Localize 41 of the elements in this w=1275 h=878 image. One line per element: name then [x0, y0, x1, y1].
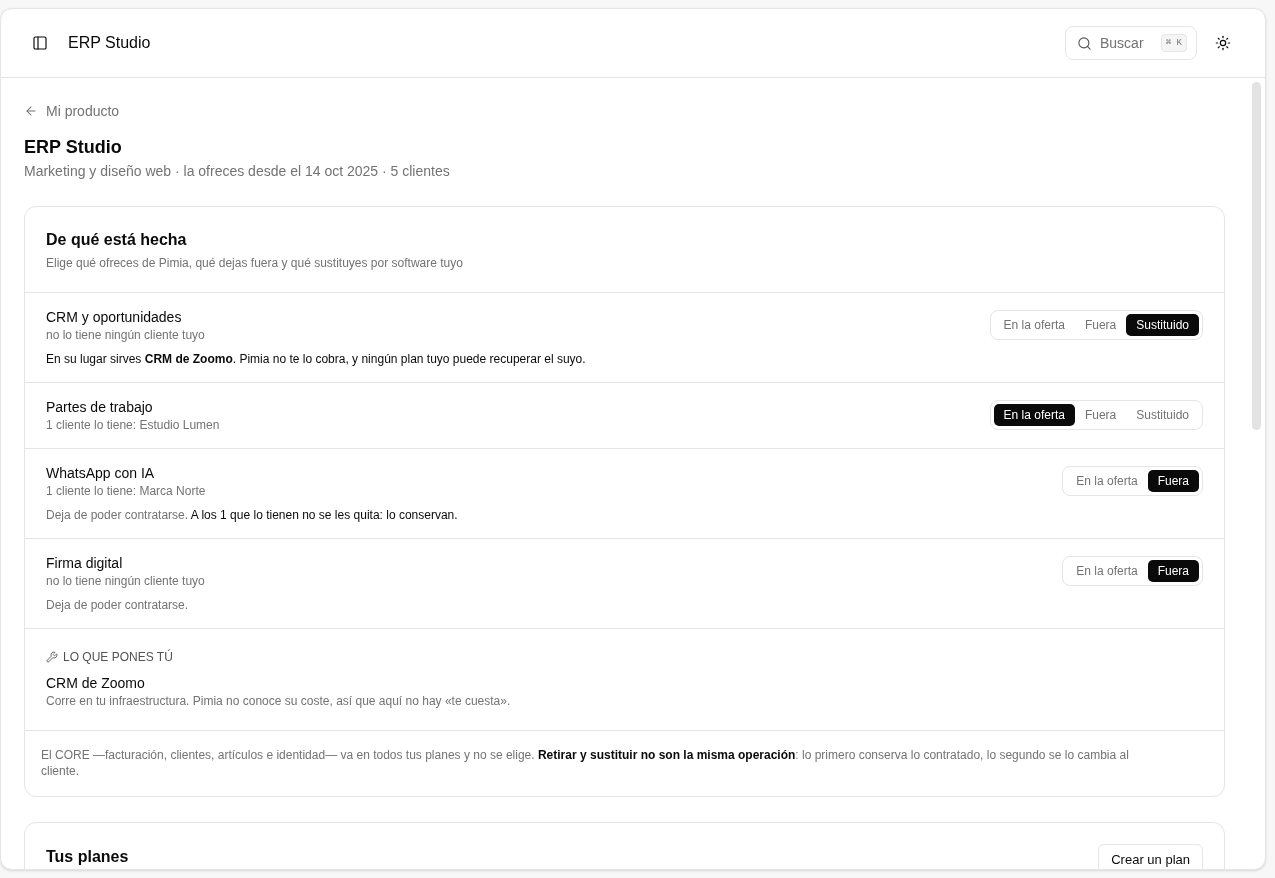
segment-option[interactable]: En la oferta [993, 404, 1075, 426]
app-title: ERP Studio [68, 33, 151, 53]
search-label: Buscar [1100, 33, 1144, 53]
page-subtitle: Marketing y diseño web · la ofreces desde el 14 oct 2025 · 5 clientes [24, 162, 451, 181]
theme-toggle-icon[interactable] [1215, 35, 1231, 51]
module-clients: 1 cliente lo tiene: Estudio Lumen [46, 417, 220, 433]
page-title: ERP Studio [24, 136, 123, 159]
search-icon [1077, 35, 1092, 51]
software-name: CRM de Zoomo [46, 674, 146, 693]
search-button[interactable]: Buscar ⌘ K [1065, 26, 1197, 60]
segment-option[interactable]: En la oferta [1066, 470, 1148, 492]
sidebar-toggle-icon[interactable] [32, 35, 48, 51]
card-subtitle: Elige qué ofreces de Pimia, qué dejas fuera y qué sustituyes por software tuyo [46, 255, 464, 271]
software-description: Corre en tu infraestructura. Pimia no conoce su coste, así que aquí no hay «te cuesta». [46, 693, 512, 709]
plans-title: Tus planes [46, 847, 129, 867]
module-note: Deja de poder contratarse. A los 1 que lo tienen no se les quita: lo conservan. [46, 507, 459, 523]
wrench-icon [46, 651, 58, 663]
segment-option[interactable]: Sustituido [1126, 404, 1199, 426]
section-heading: LO QUE PONES TÚ [63, 649, 173, 665]
module-note: Deja de poder contratarse. [46, 597, 190, 613]
segment-option[interactable]: En la oferta [1066, 560, 1148, 582]
back-link[interactable]: Mi producto [24, 101, 120, 121]
module-clients: no lo tiene ningún cliente tuyo [46, 573, 205, 589]
module-name: CRM y oportunidades [46, 308, 183, 327]
segment-option[interactable]: Sustituido [1126, 314, 1199, 336]
shortcut-key: ⌘ K [1160, 34, 1187, 52]
core-footnote: El CORE —facturación, clientes, artículos e identidad— va en todos tus planes y no se elige. Retirar y sustituir no son la misma operación: lo primero conserva lo contratado, lo segundo se lo cambia al cliente. [41, 747, 1130, 779]
segment-option[interactable]: En la oferta [993, 314, 1075, 336]
scrollbar-thumb[interactable] [1252, 82, 1261, 430]
module-note: En su lugar sirves CRM de Zoomo. Pimia no te lo cobra, y ningún plan tuyo puede recuperar el suyo. [46, 351, 587, 367]
module-name: WhatsApp con IA [46, 464, 156, 483]
create-plan-button[interactable]: Crear un plan [1098, 844, 1203, 869]
segment-option[interactable]: Fuera [1074, 404, 1127, 426]
segment-option[interactable]: Fuera [1147, 470, 1199, 492]
module-clients: no lo tiene ningún cliente tuyo [46, 327, 205, 343]
module-clients: 1 cliente lo tiene: Marca Norte [46, 483, 206, 499]
card-title: De qué está hecha [46, 230, 188, 250]
segment-option[interactable]: Fuera [1147, 560, 1199, 582]
module-name: Partes de trabajo [46, 398, 154, 417]
module-name: Firma digital [46, 554, 124, 573]
segment-option[interactable]: Fuera [1074, 314, 1127, 336]
